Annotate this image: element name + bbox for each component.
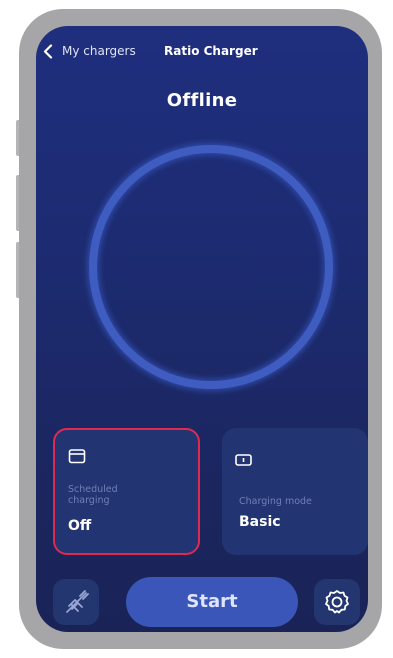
charging-mode-label: Charging mode <box>239 496 312 507</box>
scheduled-charging-card[interactable]: Scheduled charging Off <box>53 428 200 555</box>
phone-screen: My chargers Ratio Charger Offline Schedu… <box>36 26 368 632</box>
scheduled-label-line1: Scheduled <box>68 484 118 495</box>
start-button[interactable]: Start <box>126 577 298 627</box>
scheduled-charging-label: Scheduled charging <box>68 484 118 506</box>
bottom-controls: Start <box>36 574 368 632</box>
charger-name: Ratio Charger <box>164 44 258 58</box>
scheduled-label-line2: charging <box>68 495 110 506</box>
charging-mode-value: Basic <box>239 514 281 530</box>
back-link[interactable]: My chargers <box>62 44 136 58</box>
scheduled-charging-value: Off <box>68 518 92 534</box>
plug-off-icon <box>66 590 89 613</box>
top-bar: My chargers Ratio Charger <box>36 40 368 64</box>
charging-mode-card[interactable]: Charging mode Basic <box>222 428 368 555</box>
status-ring <box>87 143 335 391</box>
disconnect-button[interactable] <box>53 579 99 625</box>
calendar-icon <box>68 449 86 464</box>
back-chevron-icon[interactable] <box>41 44 56 59</box>
settings-button[interactable] <box>314 579 360 625</box>
charger-status: Offline <box>166 90 238 111</box>
battery-icon <box>235 454 252 466</box>
gear-icon <box>325 590 349 614</box>
